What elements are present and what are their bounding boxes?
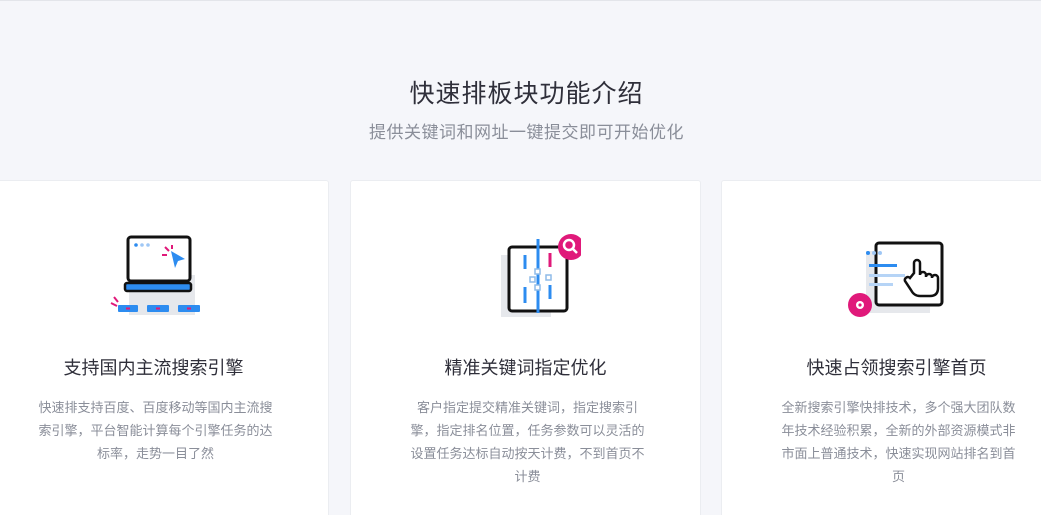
browser-hand-icon: [722, 233, 1041, 333]
card-description: 全新搜索引擎快排技术，多个强大团队数年技术经验积累，全新的外部资源模式非市面上普…: [781, 401, 1016, 485]
card-description: 客户指定提交精准关键词，指定搜索引擎，指定排名位置，任务参数可以灵活的设置任务达…: [410, 401, 645, 485]
card-title: 支持国内主流搜索引擎: [63, 358, 244, 379]
feature-card-keyword-optimization: 精准关键词指定优化 客户指定提交精准关键词，指定搜索引擎，指定排名位置，任务参数…: [350, 180, 701, 515]
card-title: 精准关键词指定优化: [444, 358, 607, 379]
feature-card-search-engines: 支持国内主流搜索引擎 快速排支持百度、百度移动等国内主流搜索引擎，平台智能计算每…: [0, 180, 329, 515]
card-title: 快速占领搜索引擎首页: [806, 358, 987, 379]
feature-card-homepage-ranking: 快速占领搜索引擎首页 全新搜索引擎快排技术，多个强大团队数年技术经验积累，全新的…: [721, 180, 1041, 515]
section-title: 快速排板块功能介绍: [409, 79, 644, 108]
laptop-cursor-icon: [0, 233, 328, 333]
section-subtitle: 提供关键词和网址一键提交即可开始优化: [369, 123, 684, 143]
keyword-search-icon: [351, 233, 700, 333]
card-description: 快速排支持百度、百度移动等国内主流搜索引擎，平台智能计算每个引擎任务的达标率，走…: [38, 401, 273, 462]
top-divider: [0, 0, 1041, 1]
